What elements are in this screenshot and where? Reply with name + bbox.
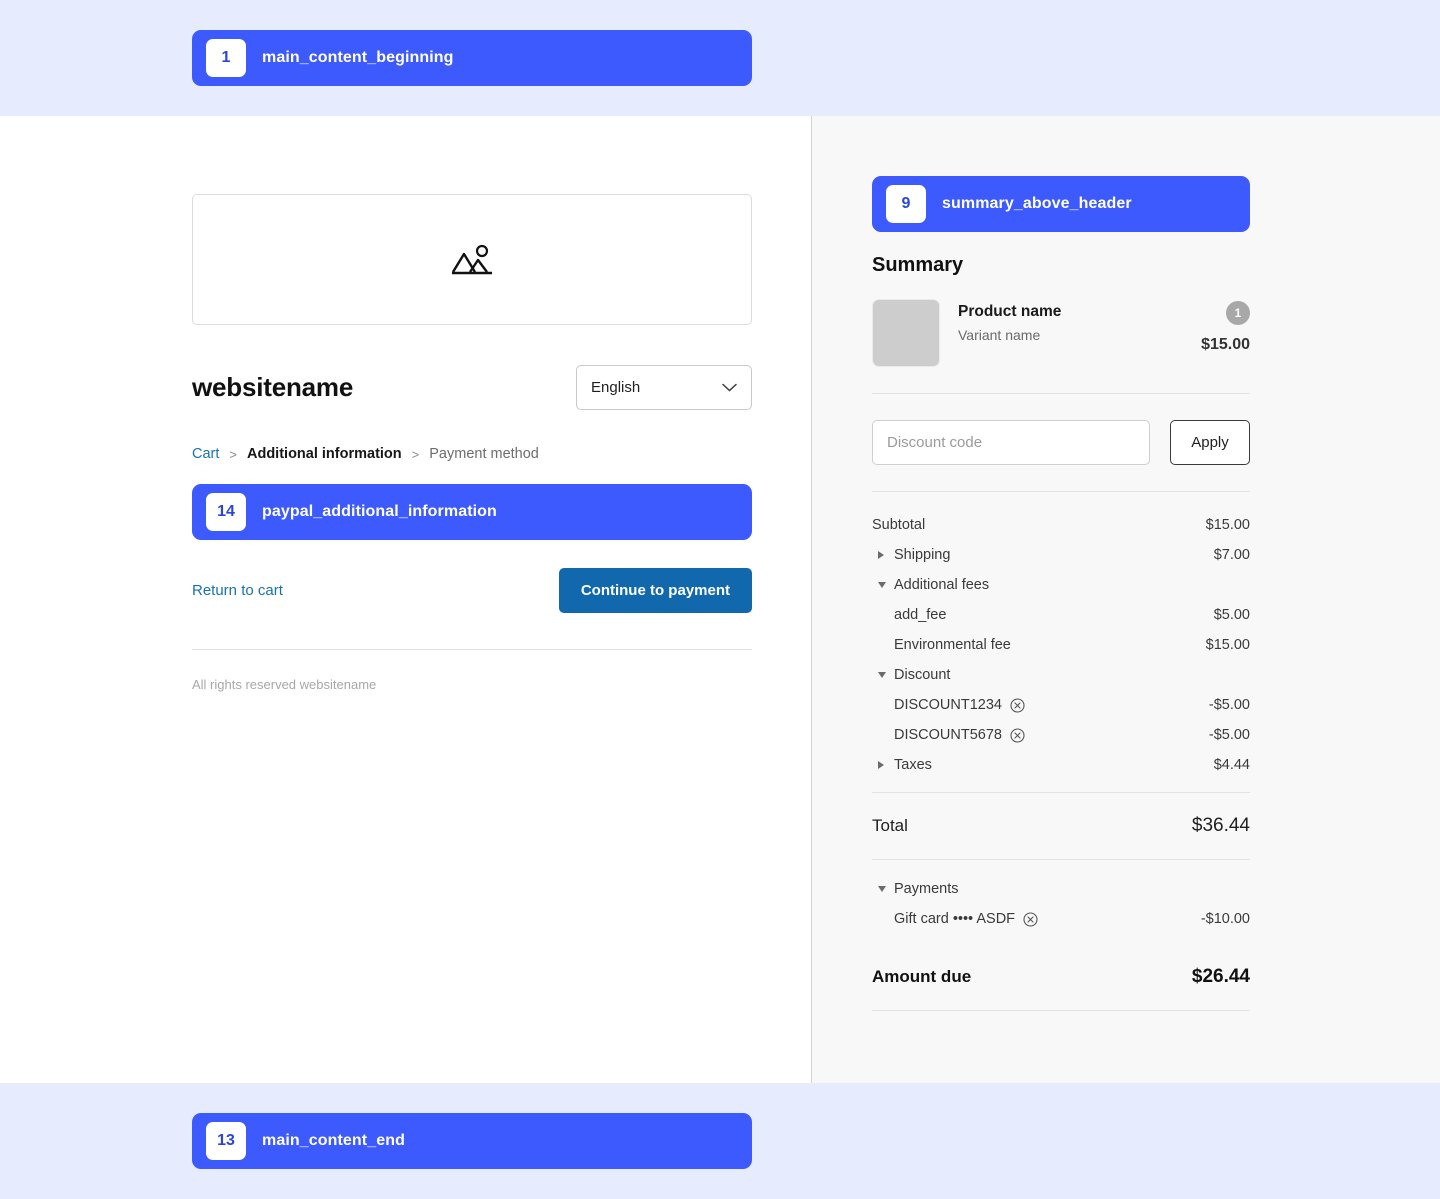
store-logo-placeholder [192, 194, 752, 325]
summary-line-0: Subtotal $15.00 [872, 510, 1250, 540]
collapse-triangle-icon[interactable] [878, 886, 886, 892]
line-amount: $4.44 [1213, 757, 1250, 773]
annotation-label: main_content_end [262, 1132, 405, 1149]
summary-line-1[interactable]: Shipping $7.00 [872, 540, 1250, 570]
return-to-cart-link[interactable]: Return to cart [192, 582, 283, 599]
line-label: Discount [894, 667, 951, 683]
line-label: Additional fees [894, 577, 990, 593]
line-amount: $7.00 [1213, 547, 1250, 563]
annotation-number: 14 [206, 493, 246, 531]
page-title: websitename [192, 372, 354, 402]
summary-line-items: Subtotal $15.00 Shipping $7.00 Additional fe… [872, 492, 1250, 793]
product-variant: Variant name [958, 327, 1041, 343]
remove-icon[interactable] [1010, 697, 1025, 713]
line-label: Taxes [894, 757, 932, 773]
line-amount: $5.00 [1213, 607, 1250, 623]
annotation-number: 1 [206, 39, 246, 77]
breadcrumb-separator-icon: > [411, 446, 420, 462]
breadcrumb-item-additional-information: Additional information [247, 446, 402, 462]
annotation-main-content-beginning[interactable]: 1 main_content_beginning [192, 30, 752, 86]
form-actions: Return to cart Continue to payment [192, 568, 752, 613]
apply-discount-button[interactable]: Apply [1170, 420, 1250, 465]
line-amount: -$5.00 [1208, 697, 1250, 713]
summary-line-2[interactable]: Additional fees [872, 570, 1250, 600]
line-amount: -$10.00 [1200, 911, 1250, 927]
checkout-page: 1 main_content_beginning 13 main_content… [0, 0, 1440, 1199]
line-label: add_fee [894, 607, 947, 623]
line-amount: $15.00 [1205, 637, 1250, 653]
amount-due-label: Amount due [872, 967, 972, 986]
annotation-label: summary_above_header [942, 195, 1132, 212]
remove-icon[interactable] [1023, 911, 1038, 927]
payments-row-header[interactable]: Payments [872, 874, 1250, 904]
checkout-form-column: websitename English Cart > Additional in… [0, 116, 812, 1083]
expand-triangle-icon[interactable] [878, 761, 884, 769]
breadcrumb: Cart > Additional information > Payment … [192, 446, 752, 462]
collapse-triangle-icon[interactable] [878, 672, 886, 678]
summary-line-4: Environmental fee $15.00 [872, 630, 1250, 660]
summary-amount-due-row: Amount due $26.44 [872, 944, 1250, 1011]
brand-row: websitename English [192, 365, 752, 410]
language-select-value: English [591, 379, 641, 396]
total-amount: $36.44 [1191, 815, 1250, 836]
summary-line-7: DISCOUNT5678 -$5.00 [872, 720, 1250, 750]
summary-line-5[interactable]: Discount [872, 660, 1250, 690]
breadcrumb-item-payment-method: Payment method [429, 446, 539, 462]
product-thumbnail [872, 299, 940, 367]
summary-line-3: add_fee $5.00 [872, 600, 1250, 630]
product-quantity-badge: 1 [1226, 301, 1250, 325]
footer-divider [192, 649, 752, 650]
summary-total-row: Total $36.44 [872, 793, 1250, 860]
line-amount: -$5.00 [1208, 727, 1250, 743]
line-amount: $15.00 [1205, 517, 1250, 533]
summary-line-6: DISCOUNT1234 -$5.00 [872, 690, 1250, 720]
annotation-number: 9 [886, 185, 926, 223]
line-label: Shipping [894, 547, 951, 563]
breadcrumb-separator-icon: > [229, 446, 237, 462]
line-label: Gift card •••• ASDF [872, 911, 1201, 927]
product-name: Product name [958, 303, 1062, 320]
image-placeholder-icon [451, 244, 492, 274]
annotation-summary-above-header[interactable]: 9 summary_above_header [872, 176, 1250, 232]
total-label: Total [872, 816, 908, 835]
summary-heading: Summary [872, 254, 964, 276]
collapse-triangle-icon[interactable] [878, 582, 886, 588]
line-label: Payments [894, 881, 959, 897]
breadcrumb-item-cart[interactable]: Cart [192, 446, 219, 462]
line-label: Environmental fee [894, 637, 1011, 653]
payments-item-0: Gift card •••• ASDF -$10.00 [872, 904, 1250, 934]
product-price: $15.00 [1201, 336, 1250, 353]
expand-triangle-icon[interactable] [878, 551, 884, 559]
amount-due-amount: $26.44 [1191, 966, 1250, 987]
summary-payments-section: Payments Gift card •••• ASDF -$10.00 [872, 860, 1250, 944]
summary-product-row: Product name Variant name 1 $15.00 [872, 299, 1250, 394]
annotation-paypal-additional-information[interactable]: 14 paypal_additional_information [192, 484, 752, 540]
footer-copyright: All rights reserved websitename [192, 677, 377, 692]
annotation-main-content-end[interactable]: 13 main_content_end [192, 1113, 752, 1169]
discount-code-input[interactable] [872, 420, 1150, 465]
discount-code-row: Apply [872, 394, 1250, 492]
annotation-label: paypal_additional_information [262, 503, 497, 520]
continue-to-payment-button[interactable]: Continue to payment [558, 568, 752, 613]
language-select[interactable]: English [576, 365, 752, 410]
remove-icon[interactable] [1010, 727, 1025, 743]
line-label: DISCOUNT1234 [872, 697, 1209, 713]
main-area: websitename English Cart > Additional in… [0, 116, 1440, 1083]
annotation-label: main_content_beginning [262, 49, 454, 66]
line-label: Subtotal [872, 517, 926, 533]
annotation-number: 13 [206, 1122, 246, 1160]
line-label: DISCOUNT5678 [872, 727, 1209, 743]
summary-line-8[interactable]: Taxes $4.44 [872, 750, 1250, 780]
chevron-down-icon [722, 383, 737, 392]
order-summary-column: 9 summary_above_header Summary Product n… [812, 116, 1440, 1083]
